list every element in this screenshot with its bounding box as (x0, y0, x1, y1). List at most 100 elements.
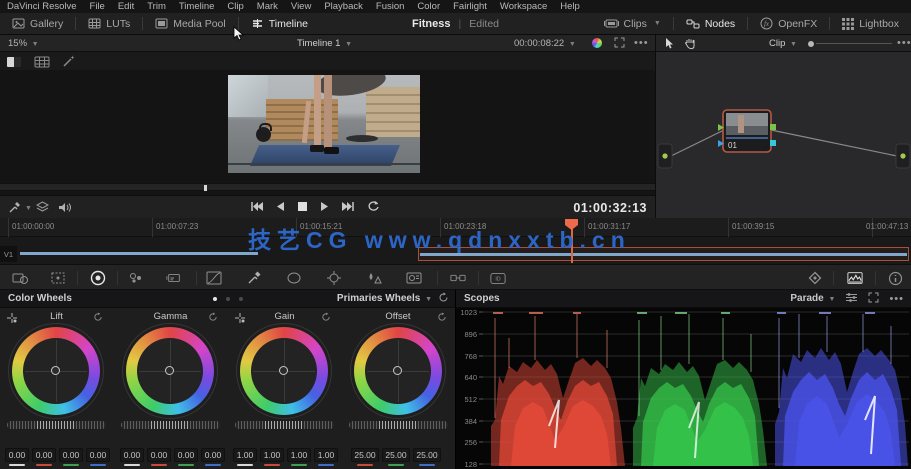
viewer-video-frame[interactable] (228, 75, 420, 173)
menu-trim[interactable]: Trim (147, 1, 166, 12)
media-pool-button[interactable]: Media Pool (143, 13, 238, 34)
gallery-button[interactable]: Gallery (0, 13, 75, 34)
auto-balance-tool-icon[interactable] (90, 270, 106, 286)
menu-playback[interactable]: Playback (324, 1, 363, 12)
openfx-button[interactable]: fx OpenFX (748, 13, 829, 34)
offset-master-wheel[interactable] (349, 421, 448, 429)
go-to-start-button[interactable] (250, 199, 264, 217)
scopes-panel-icon[interactable] (847, 270, 863, 286)
lift-color-wheel[interactable] (8, 323, 104, 419)
qualifier-picker-icon[interactable] (246, 270, 262, 286)
menu-fairlight[interactable]: Fairlight (453, 1, 487, 12)
play-button[interactable] (320, 199, 329, 217)
loop-button[interactable] (367, 199, 380, 217)
face-refinement-icon[interactable] (406, 270, 422, 286)
chevron-down-icon[interactable]: ▼ (25, 205, 32, 212)
eyedropper-tool-icon[interactable] (8, 201, 21, 219)
gain-value-blue[interactable]: 1.00 (314, 448, 338, 462)
scope-expand-icon[interactable] (868, 292, 879, 306)
reset-all-icon[interactable] (438, 292, 449, 306)
viewer-options-menu[interactable]: ••• (634, 37, 649, 49)
timeline-name-dropdown[interactable]: Timeline 1 ▼ (297, 38, 352, 49)
info-panel-icon[interactable] (887, 270, 903, 286)
corrector-node-01[interactable]: 01 (718, 109, 776, 153)
source-node[interactable] (657, 143, 673, 169)
nodes-button[interactable]: Nodes (674, 13, 747, 34)
parade-scope[interactable]: 1023 896 768 640 512 384 256 128 (456, 308, 911, 469)
gamma-wheel-handle[interactable] (165, 366, 174, 375)
node-mode-dropdown[interactable]: Clip ▼ (769, 38, 797, 49)
luts-button[interactable]: LUTs (76, 13, 142, 34)
wheel-pager-dots[interactable] (212, 296, 243, 301)
power-window-icon[interactable] (286, 270, 302, 286)
data-burn-icon[interactable]: ID (490, 270, 506, 286)
scope-mode-dropdown[interactable]: Parade ▼ (790, 293, 835, 304)
blur-tool-icon[interactable] (366, 270, 382, 286)
menu-help[interactable]: Help (560, 1, 580, 12)
lift-value-green[interactable]: 0.00 (59, 448, 83, 462)
audio-mute-icon[interactable] (58, 201, 72, 219)
gain-reset-icon[interactable] (321, 312, 331, 325)
tracker-tool-icon[interactable] (326, 270, 342, 286)
layers-icon[interactable] (35, 201, 50, 219)
menu-edit[interactable]: Edit (118, 1, 134, 12)
menu-timeline[interactable]: Timeline (179, 1, 215, 12)
clips-button[interactable]: Clips ▼ (592, 13, 673, 34)
pan-hand-icon[interactable] (684, 37, 696, 52)
gamma-value-red[interactable]: 0.00 (147, 448, 171, 462)
stills-tool-icon[interactable] (166, 270, 182, 286)
offset-color-wheel[interactable] (350, 323, 446, 419)
go-to-end-button[interactable] (341, 199, 355, 217)
grid-view-icon[interactable] (34, 55, 50, 73)
stereo-3d-icon[interactable] (450, 270, 466, 286)
menu-workspace[interactable]: Workspace (500, 1, 547, 12)
gamma-reset-icon[interactable] (208, 312, 218, 325)
node-options-menu[interactable]: ••• (897, 37, 911, 49)
color-viewer-icon[interactable] (592, 38, 602, 48)
offset-value-red[interactable]: 25.00 (351, 448, 379, 462)
node-zoom-slider-track[interactable] (816, 43, 892, 44)
snapshot-tool-icon[interactable] (50, 270, 66, 286)
gamma-master-wheel[interactable] (121, 421, 220, 429)
wheels-mode-dropdown[interactable]: Primaries Wheels ▼ (337, 293, 432, 304)
gamma-value-green[interactable]: 0.00 (174, 448, 198, 462)
lift-value-master[interactable]: 0.00 (5, 448, 29, 462)
lift-master-wheel[interactable] (7, 421, 106, 429)
lift-value-blue[interactable]: 0.00 (86, 448, 110, 462)
node-graph[interactable]: 01 (656, 52, 911, 218)
image-wipe-icon[interactable] (6, 55, 22, 73)
pointer-tool-icon[interactable] (664, 37, 674, 52)
output-node[interactable] (895, 143, 911, 169)
menu-color[interactable]: Color (417, 1, 440, 12)
gamma-value-blue[interactable]: 0.00 (201, 448, 225, 462)
image-wipe-tool-icon[interactable] (12, 270, 28, 286)
stop-button[interactable] (297, 199, 308, 217)
gain-value-master[interactable]: 1.00 (233, 448, 257, 462)
color-versions-icon[interactable] (128, 270, 144, 286)
gain-color-wheel[interactable] (236, 323, 332, 419)
node-zoom-slider-knob[interactable] (808, 41, 814, 47)
lightbox-button[interactable]: Lightbox (830, 13, 911, 34)
scrub-playhead[interactable] (204, 185, 207, 191)
gamma-color-wheel[interactable] (122, 323, 218, 419)
gain-master-wheel[interactable] (235, 421, 334, 429)
offset-value-blue[interactable]: 25.00 (413, 448, 441, 462)
magic-wand-icon[interactable] (62, 54, 76, 73)
lift-wheel-handle[interactable] (51, 366, 60, 375)
offset-reset-icon[interactable] (437, 312, 447, 325)
menu-app[interactable]: DaVinci Resolve (7, 1, 77, 12)
keyframes-panel-icon[interactable] (807, 270, 823, 286)
curves-tool-icon[interactable] (206, 270, 222, 286)
gain-value-red[interactable]: 1.00 (260, 448, 284, 462)
timeline-clip-1[interactable] (20, 252, 258, 255)
viewer-scrub-bar[interactable] (0, 183, 655, 191)
scope-settings-icon[interactable] (845, 292, 858, 306)
offset-wheel-handle[interactable] (393, 366, 402, 375)
node-rgb-output[interactable] (770, 124, 776, 130)
viewer-zoom-level[interactable]: 15% ▼ (8, 38, 39, 49)
menu-clip[interactable]: Clip (227, 1, 243, 12)
lift-reset-icon[interactable] (93, 312, 103, 325)
scope-options-menu[interactable]: ••• (889, 293, 904, 305)
step-back-button[interactable] (276, 199, 285, 217)
menu-file[interactable]: File (90, 1, 105, 12)
